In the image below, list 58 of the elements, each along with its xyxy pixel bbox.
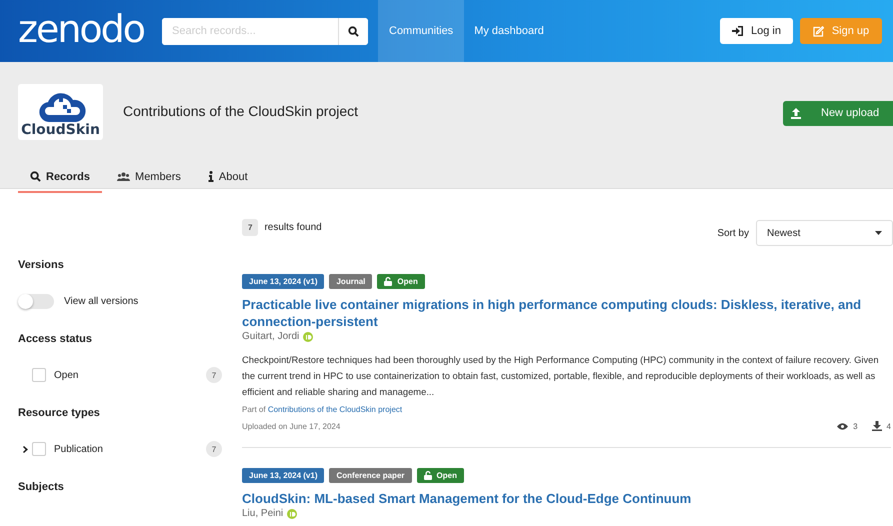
part-of-text: Part of Contributions of the CloudSkin project (242, 405, 404, 414)
upload-date: Uploaded on June 17, 2024 (242, 422, 340, 430)
login-button[interactable]: Log in (720, 18, 793, 44)
date-label: June 13, 2024 (v1) (242, 468, 324, 483)
checkbox[interactable] (32, 442, 46, 456)
unlock-icon (384, 277, 392, 286)
facet-count: 7 (206, 367, 222, 383)
sort-dropdown[interactable]: Newest (756, 220, 893, 246)
sort-label: Sort by (717, 228, 749, 238)
facet-label: Publication (54, 444, 103, 454)
facet-count: 7 (206, 441, 222, 457)
toggle-label: View all versions (64, 296, 138, 306)
facet-heading: Subjects (18, 481, 65, 493)
record-author: Liu, Peini (242, 508, 284, 519)
unlock-icon (424, 471, 432, 480)
community-logo-text: CloudSkin (21, 122, 100, 138)
nav-link[interactable]: My dashboard (464, 0, 554, 62)
orcid-icon[interactable] (303, 332, 314, 342)
upload-icon (791, 108, 801, 118)
community-tab[interactable]: Members (105, 162, 193, 193)
record-title-link[interactable]: Practicable live container migrations in high performance computing clouds: Diskless, iterative, and connection-persistent (242, 296, 891, 330)
record-description: Checkpoint/Restore techniques had been thoroughly used by the High Performance Computing (HPC) community in the context of failure recovery. Given the current trend in HPC to use containerization to obtain fast, customized, portable, flexible, and reproducible deployments of their workloads, as well as efficient and reliable sharing and manageme... (242, 353, 880, 399)
community-tab[interactable]: Records (18, 162, 102, 193)
type-label: Conference paper (329, 468, 412, 483)
nav-link[interactable]: Communities (378, 0, 464, 62)
facet-label: Open (54, 370, 78, 380)
checkbox[interactable] (32, 368, 46, 382)
users-icon (117, 172, 130, 181)
access-label: Open (377, 274, 425, 289)
downloads-count: 4 (886, 422, 891, 430)
community-link[interactable]: Contributions of the CloudSkin project (268, 405, 402, 414)
community-tab[interactable]: About (196, 162, 260, 193)
record-title-link[interactable]: CloudSkin: ML-based Smart Management for the Cloud-Edge Continuum (242, 490, 891, 507)
community-title: Contributions of the CloudSkin project (123, 102, 358, 118)
search-icon (30, 171, 41, 182)
chevron-icon[interactable] (22, 446, 28, 452)
login-icon (732, 26, 743, 36)
date-label: June 13, 2024 (v1) (242, 274, 324, 289)
facet-heading: Resource types (18, 407, 101, 419)
edit-icon (812, 26, 824, 36)
new-upload-button[interactable]: New upload (783, 100, 893, 126)
results-label: results found (264, 222, 322, 233)
caret-icon (875, 231, 882, 235)
results-count: 7 (242, 219, 258, 236)
search-button[interactable] (338, 18, 368, 44)
search-icon (348, 26, 359, 36)
download-icon (872, 421, 882, 431)
facet-heading: Versions (18, 259, 65, 271)
record-author: Guitart, Jordi (242, 331, 300, 342)
facet-heading: Access status (18, 333, 93, 345)
orcid-icon[interactable] (287, 508, 298, 518)
access-label: Open (416, 468, 464, 483)
info-icon (208, 171, 214, 182)
toggle-switch[interactable] (18, 294, 54, 308)
zenodo-logo[interactable]: zenodo (18, 7, 150, 51)
type-label: Journal (329, 274, 372, 289)
eye-icon (837, 422, 848, 430)
views-count: 3 (853, 422, 858, 430)
